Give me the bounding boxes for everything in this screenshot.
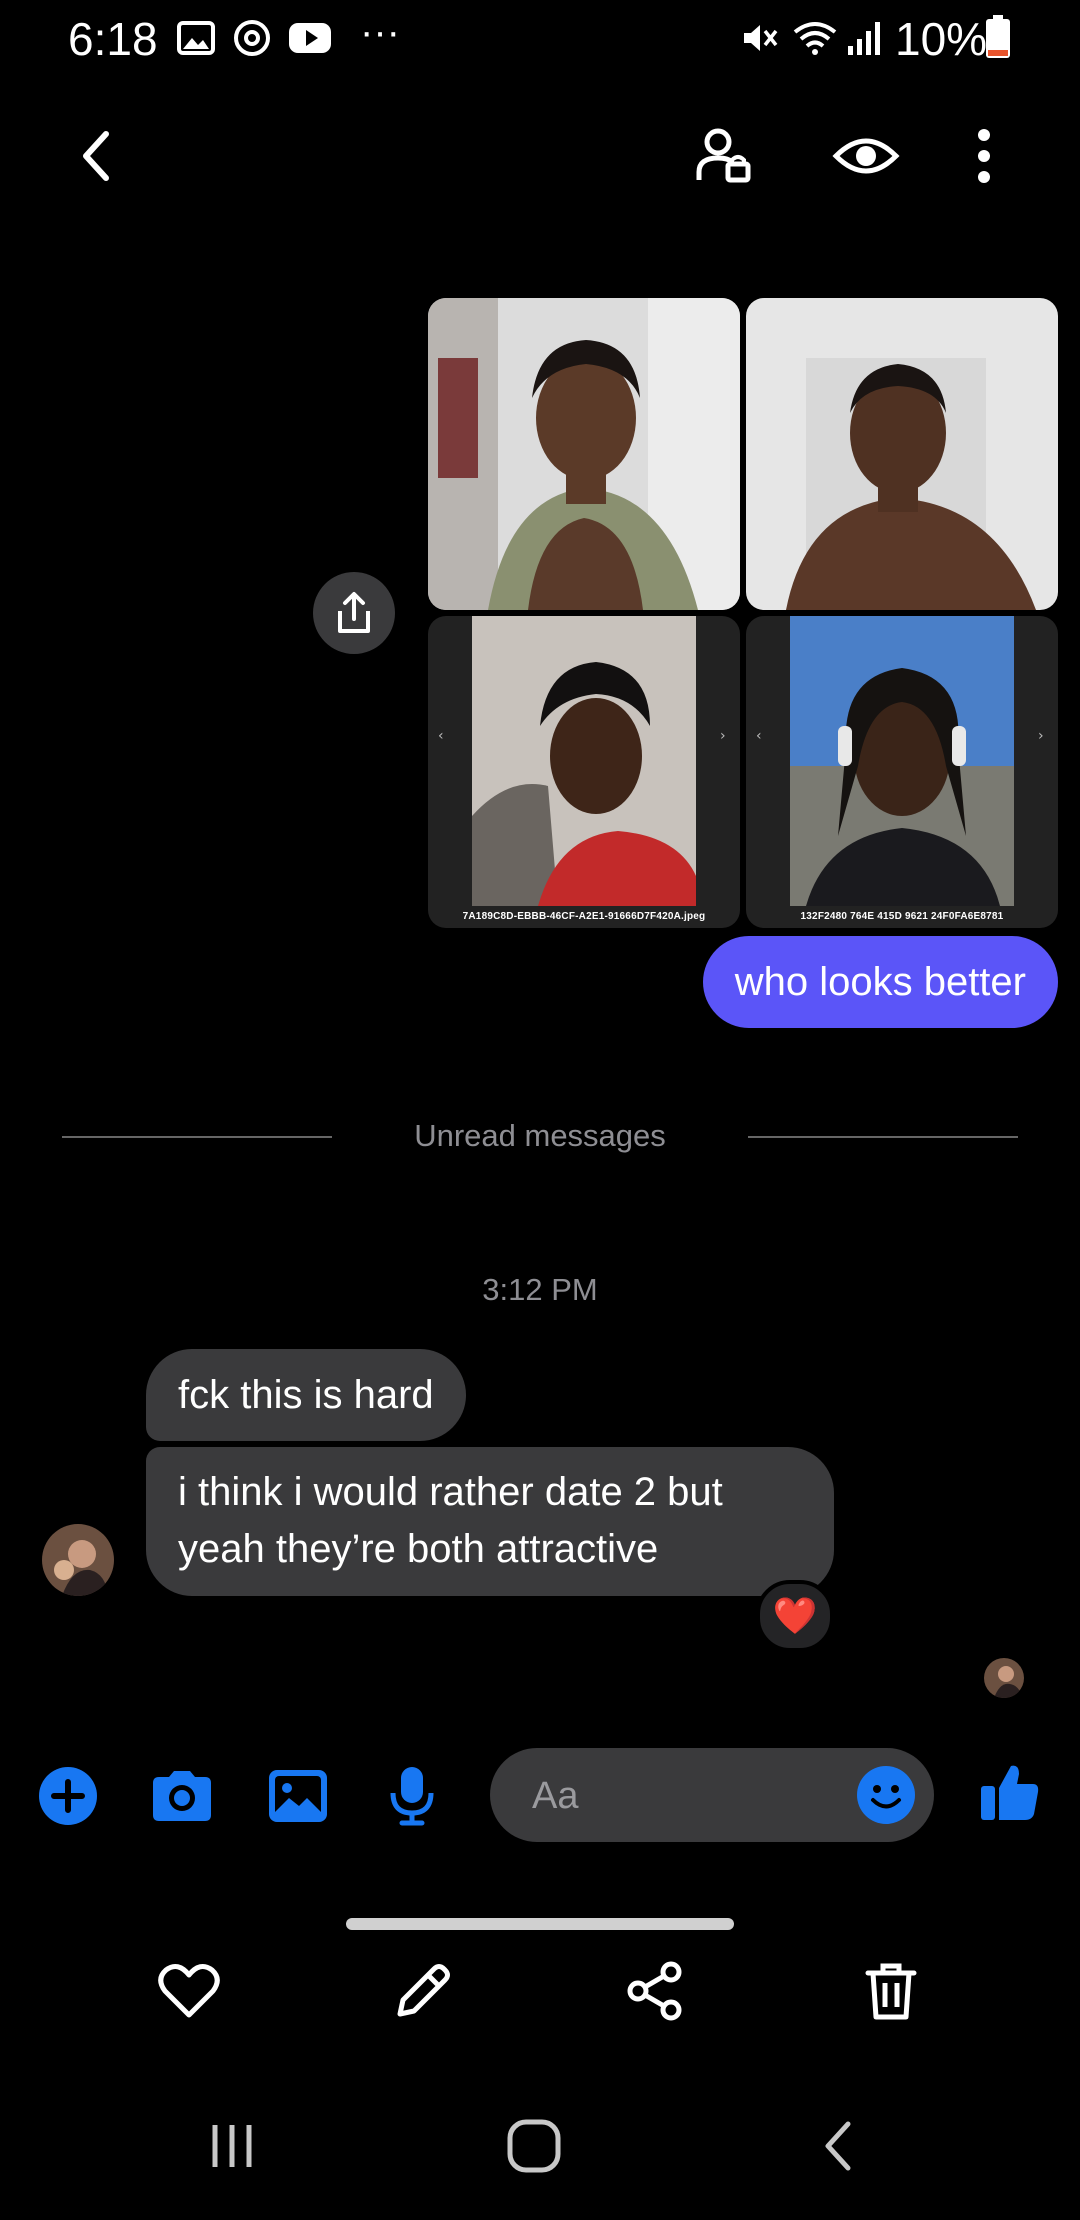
edit-icon <box>397 1964 450 2017</box>
battery-percent: 10% <box>895 13 988 65</box>
profile-icon <box>696 128 751 183</box>
svg-text:›: › <box>1038 728 1044 744</box>
plus-button[interactable] <box>32 1760 104 1832</box>
recents-button[interactable] <box>182 2096 282 2196</box>
message-input-container[interactable] <box>490 1748 934 1844</box>
edit-button[interactable] <box>378 1946 468 2036</box>
status-time: 6:18 <box>68 13 158 65</box>
screen: 6:18 ··· 10% ‹ › 7A189C8D-EBBB-46CF-A2E1… <box>0 0 1080 2220</box>
photo-4-caption: 132F2480 764E 415D 9621 24F0FA6E8781 <box>800 911 1004 922</box>
outgoing-message[interactable]: who looks better <box>702 936 1058 1028</box>
profile-button[interactable] <box>684 116 764 196</box>
incoming-message-2[interactable]: i think i would rather date 2 but yeah t… <box>146 1447 834 1596</box>
thumbs-up-icon <box>981 1765 1039 1820</box>
camera-icon <box>153 1771 211 1821</box>
more-button[interactable] <box>944 116 1024 196</box>
favorite-button[interactable] <box>144 1946 234 2036</box>
like-button[interactable] <box>974 1756 1046 1828</box>
recents-icon <box>212 2125 252 2167</box>
gallery-icon <box>269 1770 327 1822</box>
emoji-button[interactable] <box>856 1765 916 1825</box>
svg-text:›: › <box>720 728 726 744</box>
sheet-handle[interactable] <box>346 1918 734 1930</box>
signal-icon <box>846 18 886 58</box>
more-vertical-icon <box>978 129 990 183</box>
upload-icon <box>338 592 370 633</box>
mute-icon <box>740 18 780 58</box>
heart-icon <box>158 1963 220 2018</box>
share-icon <box>627 1961 682 2021</box>
eye-button[interactable] <box>826 116 906 196</box>
microphone-icon <box>390 1767 434 1826</box>
photo-4[interactable]: ‹ › 132F2480 764E 415D 9621 24F0FA6E8781 <box>746 616 1058 928</box>
back-button[interactable] <box>56 116 136 196</box>
home-button[interactable] <box>484 2096 584 2196</box>
svg-text:‹: ‹ <box>756 728 762 744</box>
trash-icon <box>865 1963 917 2020</box>
svg-text:‹: ‹ <box>438 728 444 744</box>
nav-back-button[interactable] <box>788 2096 888 2196</box>
home-icon <box>507 2119 561 2173</box>
incoming-message-1[interactable]: fck this is hard <box>146 1349 466 1441</box>
sync-icon <box>232 18 272 58</box>
sender-avatar[interactable] <box>42 1524 114 1596</box>
share-button[interactable] <box>610 1946 700 2036</box>
divider-right <box>748 1136 1018 1138</box>
gallery-button[interactable] <box>262 1760 334 1832</box>
delete-button[interactable] <box>846 1946 936 2036</box>
read-receipt-avatar <box>984 1658 1024 1698</box>
back-icon <box>83 131 109 181</box>
gallery-icon <box>176 18 216 58</box>
wifi-icon <box>792 18 838 58</box>
photo-2[interactable] <box>746 298 1058 610</box>
emoji-icon <box>857 1766 915 1824</box>
message-timestamp: 3:12 PM <box>482 1272 598 1307</box>
share-photos-button[interactable] <box>313 572 395 654</box>
battery-icon <box>984 14 1012 60</box>
microphone-button[interactable] <box>376 1760 448 1832</box>
plus-icon <box>39 1767 97 1825</box>
more-notifications: ··· <box>360 10 400 54</box>
youtube-icon <box>288 18 332 58</box>
camera-button[interactable] <box>146 1760 218 1832</box>
photo-1[interactable] <box>428 298 740 610</box>
photo-3-caption: 7A189C8D-EBBB-46CF-A2E1-91666D7F420A.jpe… <box>462 911 706 922</box>
heart-reaction[interactable]: ❤️ <box>756 1580 834 1652</box>
eye-icon <box>832 138 900 174</box>
back-icon <box>825 2121 851 2171</box>
photo-3[interactable]: ‹ › 7A189C8D-EBBB-46CF-A2E1-91666D7F420A… <box>428 616 740 928</box>
message-input[interactable] <box>530 1748 834 1844</box>
